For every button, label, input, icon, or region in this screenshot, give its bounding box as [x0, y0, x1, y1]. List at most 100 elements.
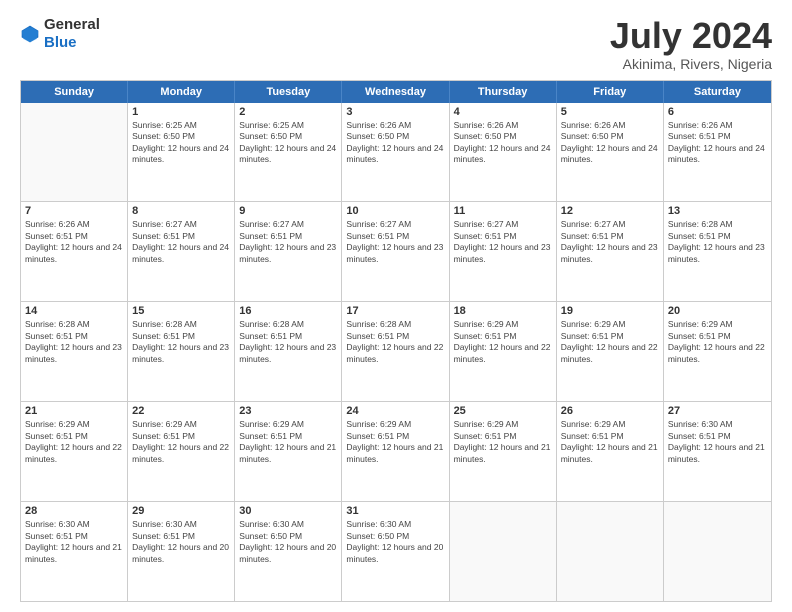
logo: General Blue: [20, 16, 100, 52]
day-number: 15: [132, 305, 230, 317]
calendar-cell: 25 Sunrise: 6:29 AMSunset: 6:51 PMDayligh…: [450, 402, 557, 501]
calendar-body: 1Sunrise: 6:25 AMSunset: 6:50 PMDaylight…: [21, 103, 771, 601]
day-number: 26: [561, 405, 659, 417]
day-info: Sunrise: 6:29 AMSunset: 6:51 PMDaylight:…: [454, 319, 552, 365]
title-location: Akinima, Rivers, Nigeria: [610, 56, 772, 72]
calendar-cell: 10 Sunrise: 6:27 AMSunset: 6:51 PMDayligh…: [342, 202, 449, 301]
calendar-cell: 31 Sunrise: 6:30 AMSunset: 6:50 PMDayligh…: [342, 502, 449, 601]
title-block: July 2024 Akinima, Rivers, Nigeria: [610, 16, 772, 72]
calendar: SundayMondayTuesdayWednesdayThursdayFrid…: [20, 80, 772, 602]
day-number: 30: [239, 505, 337, 517]
page: General Blue July 2024 Akinima, Rivers, …: [0, 0, 792, 612]
calendar-header-cell: Wednesday: [342, 81, 449, 103]
calendar-cell: 19 Sunrise: 6:29 AMSunset: 6:51 PMDayligh…: [557, 302, 664, 401]
calendar-cell: 29Sunrise: 6:30 AMSunset: 6:51 PMDayligh…: [128, 502, 235, 601]
day-info: Sunrise: 6:29 AMSunset: 6:51 PMDaylight:…: [454, 419, 552, 465]
day-number: 21: [25, 405, 123, 417]
calendar-cell: 14 Sunrise: 6:28 AMSunset: 6:51 PMDayligh…: [21, 302, 128, 401]
logo-general: General: [44, 16, 100, 33]
calendar-cell: 1Sunrise: 6:25 AMSunset: 6:50 PMDaylight…: [128, 103, 235, 202]
day-info: Sunrise: 6:29 AMSunset: 6:51 PMDaylight:…: [132, 419, 230, 465]
calendar-cell: 13 Sunrise: 6:28 AMSunset: 6:51 PMDayligh…: [664, 202, 771, 301]
day-info: Sunrise: 6:26 AMSunset: 6:51 PMDaylight:…: [668, 120, 767, 166]
day-info: Sunrise: 6:29 AMSunset: 6:51 PMDaylight:…: [239, 419, 337, 465]
day-number: 12: [561, 205, 659, 217]
day-info: Sunrise: 6:27 AMSunset: 6:51 PMDaylight:…: [132, 219, 230, 265]
calendar-cell: 27 Sunrise: 6:30 AMSunset: 6:51 PMDayligh…: [664, 402, 771, 501]
day-info: Sunrise: 6:26 AMSunset: 6:50 PMDaylight:…: [454, 120, 552, 166]
day-info: Sunrise: 6:26 AMSunset: 6:50 PMDaylight:…: [346, 120, 444, 166]
calendar-cell: 11Sunrise: 6:27 AMSunset: 6:51 PMDayligh…: [450, 202, 557, 301]
day-info: Sunrise: 6:29 AMSunset: 6:51 PMDaylight:…: [668, 319, 767, 365]
day-number: 17: [346, 305, 444, 317]
day-number: 24: [346, 405, 444, 417]
calendar-header: SundayMondayTuesdayWednesdayThursdayFrid…: [21, 81, 771, 103]
calendar-cell: 3 Sunrise: 6:26 AMSunset: 6:50 PMDaylight…: [342, 103, 449, 202]
calendar-cell: 17 Sunrise: 6:28 AMSunset: 6:51 PMDayligh…: [342, 302, 449, 401]
day-number: 16: [239, 305, 337, 317]
day-number: 8: [132, 205, 230, 217]
calendar-cell: 5 Sunrise: 6:26 AMSunset: 6:50 PMDaylight…: [557, 103, 664, 202]
day-number: 27: [668, 405, 767, 417]
day-info: Sunrise: 6:28 AMSunset: 6:51 PMDaylight:…: [346, 319, 444, 365]
day-number: 10: [346, 205, 444, 217]
calendar-row: 7 Sunrise: 6:26 AMSunset: 6:51 PMDaylight…: [21, 201, 771, 301]
calendar-cell: 6 Sunrise: 6:26 AMSunset: 6:51 PMDaylight…: [664, 103, 771, 202]
day-info: Sunrise: 6:26 AMSunset: 6:51 PMDaylight:…: [25, 219, 123, 265]
day-number: 13: [668, 205, 767, 217]
day-info: Sunrise: 6:28 AMSunset: 6:51 PMDaylight:…: [25, 319, 123, 365]
day-info: Sunrise: 6:30 AMSunset: 6:51 PMDaylight:…: [668, 419, 767, 465]
day-number: 14: [25, 305, 123, 317]
calendar-header-cell: Friday: [557, 81, 664, 103]
day-info: Sunrise: 6:28 AMSunset: 6:51 PMDaylight:…: [668, 219, 767, 265]
day-info: Sunrise: 6:29 AMSunset: 6:51 PMDaylight:…: [346, 419, 444, 465]
calendar-cell: [21, 103, 128, 202]
day-info: Sunrise: 6:25 AMSunset: 6:50 PMDaylight:…: [132, 120, 230, 166]
calendar-cell: [664, 502, 771, 601]
day-number: 6: [668, 106, 767, 118]
calendar-row: 28 Sunrise: 6:30 AMSunset: 6:51 PMDayligh…: [21, 501, 771, 601]
calendar-cell: 20 Sunrise: 6:29 AMSunset: 6:51 PMDayligh…: [664, 302, 771, 401]
calendar-cell: 28 Sunrise: 6:30 AMSunset: 6:51 PMDayligh…: [21, 502, 128, 601]
calendar-cell: 21 Sunrise: 6:29 AMSunset: 6:51 PMDayligh…: [21, 402, 128, 501]
day-number: 18: [454, 305, 552, 317]
day-number: 7: [25, 205, 123, 217]
header: General Blue July 2024 Akinima, Rivers, …: [20, 16, 772, 72]
calendar-cell: 22 Sunrise: 6:29 AMSunset: 6:51 PMDayligh…: [128, 402, 235, 501]
day-info: Sunrise: 6:27 AMSunset: 6:51 PMDaylight:…: [561, 219, 659, 265]
logo-blue: Blue: [44, 34, 77, 51]
day-number: 25: [454, 405, 552, 417]
day-info: Sunrise: 6:29 AMSunset: 6:51 PMDaylight:…: [25, 419, 123, 465]
day-number: 9: [239, 205, 337, 217]
day-info: Sunrise: 6:30 AMSunset: 6:51 PMDaylight:…: [25, 519, 123, 565]
day-number: 11: [454, 205, 552, 217]
calendar-cell: 9 Sunrise: 6:27 AMSunset: 6:51 PMDaylight…: [235, 202, 342, 301]
day-number: 19: [561, 305, 659, 317]
day-info: Sunrise: 6:25 AMSunset: 6:50 PMDaylight:…: [239, 120, 337, 166]
calendar-cell: 15Sunrise: 6:28 AMSunset: 6:51 PMDayligh…: [128, 302, 235, 401]
calendar-cell: 26Sunrise: 6:29 AMSunset: 6:51 PMDayligh…: [557, 402, 664, 501]
day-number: 20: [668, 305, 767, 317]
day-number: 5: [561, 106, 659, 118]
day-number: 23: [239, 405, 337, 417]
calendar-row: 14 Sunrise: 6:28 AMSunset: 6:51 PMDayligh…: [21, 301, 771, 401]
calendar-cell: 12 Sunrise: 6:27 AMSunset: 6:51 PMDayligh…: [557, 202, 664, 301]
day-number: 3: [346, 106, 444, 118]
day-number: 2: [239, 106, 337, 118]
day-info: Sunrise: 6:27 AMSunset: 6:51 PMDaylight:…: [346, 219, 444, 265]
day-info: Sunrise: 6:27 AMSunset: 6:51 PMDaylight:…: [239, 219, 337, 265]
calendar-cell: [557, 502, 664, 601]
day-number: 29: [132, 505, 230, 517]
calendar-row: 21 Sunrise: 6:29 AMSunset: 6:51 PMDayligh…: [21, 401, 771, 501]
day-number: 28: [25, 505, 123, 517]
day-info: Sunrise: 6:26 AMSunset: 6:50 PMDaylight:…: [561, 120, 659, 166]
calendar-row: 1Sunrise: 6:25 AMSunset: 6:50 PMDaylight…: [21, 103, 771, 202]
calendar-header-cell: Sunday: [21, 81, 128, 103]
day-info: Sunrise: 6:28 AMSunset: 6:51 PMDaylight:…: [239, 319, 337, 365]
day-number: 31: [346, 505, 444, 517]
day-info: Sunrise: 6:30 AMSunset: 6:50 PMDaylight:…: [346, 519, 444, 565]
calendar-cell: 7 Sunrise: 6:26 AMSunset: 6:51 PMDaylight…: [21, 202, 128, 301]
calendar-header-cell: Tuesday: [235, 81, 342, 103]
day-info: Sunrise: 6:29 AMSunset: 6:51 PMDaylight:…: [561, 319, 659, 365]
day-number: 22: [132, 405, 230, 417]
